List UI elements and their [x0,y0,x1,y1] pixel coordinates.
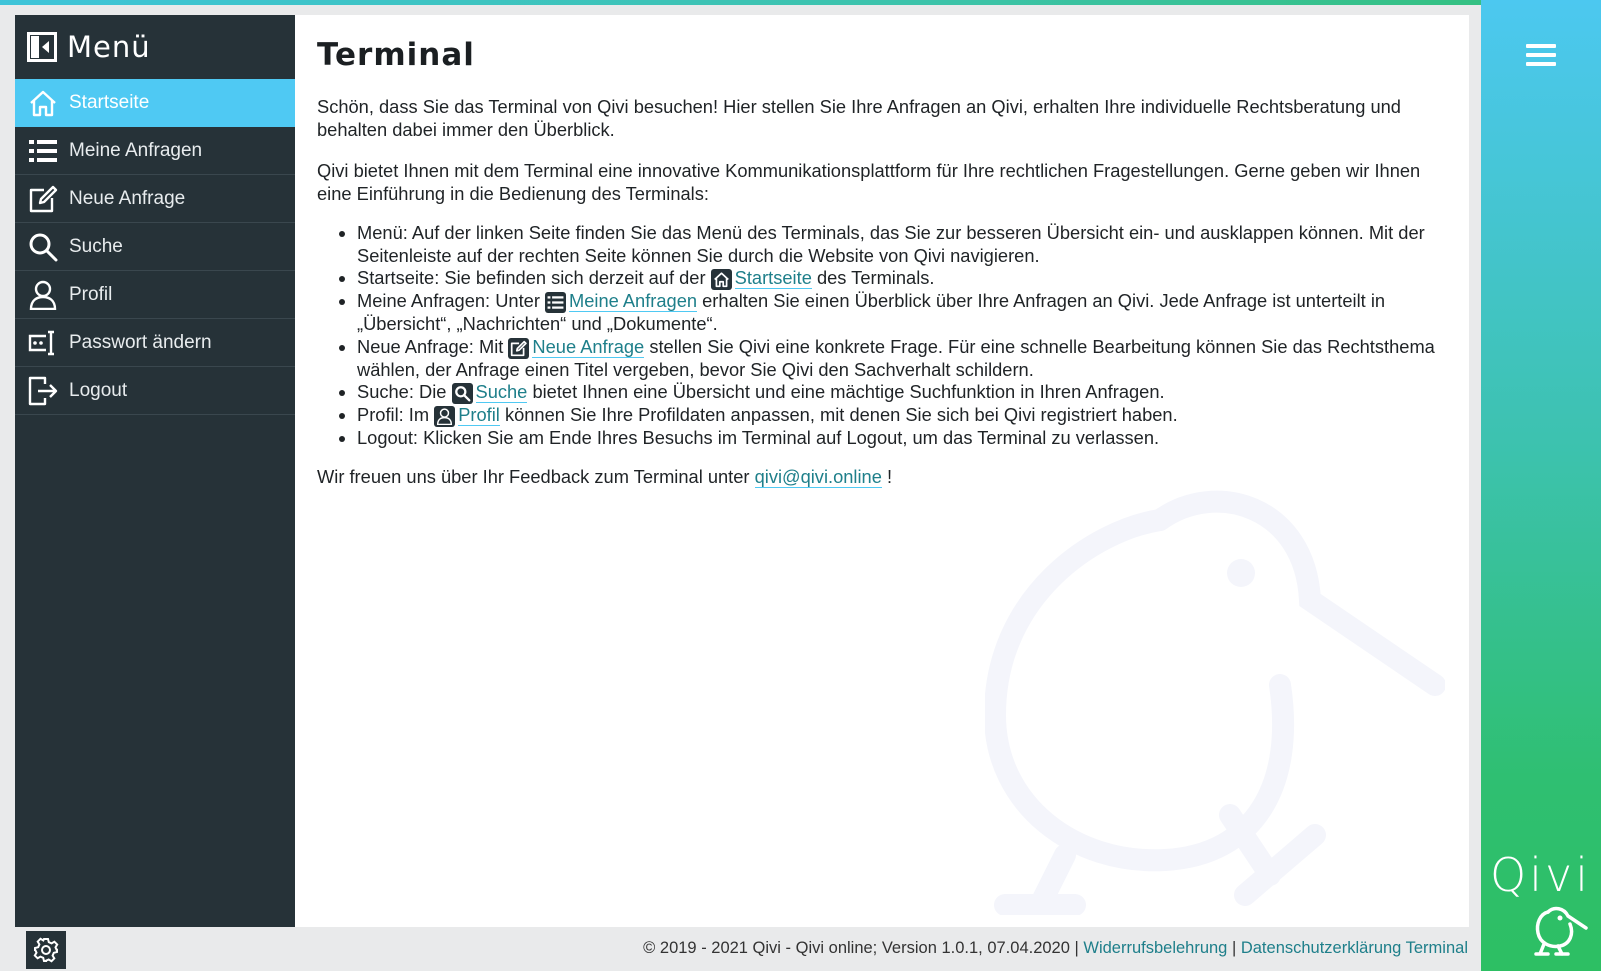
nav-label: Logout [69,379,128,401]
bullet-text: des Terminals. [811,267,935,289]
feedback-text: ! [881,466,893,487]
top-accent-bar [0,0,1601,5]
profil-link[interactable]: Profil [458,404,500,427]
nav-item-meine-anfragen[interactable]: Meine Anfragen [15,127,295,175]
edit-icon [27,183,59,215]
bullet-text: Startseite: Sie befinden sich derzeit au… [357,267,711,289]
suche-link[interactable]: Suche [475,381,528,404]
footer-text: © 2019 - 2021 Qivi - Qivi online; Versio… [643,939,1468,958]
search-icon [451,383,473,405]
bullet-text: Logout: Klicken Sie am Ende Ihres Besuch… [357,427,1160,449]
bullet-text: Meine Anfragen: Unter [357,290,545,312]
main-content: Terminal Schön, dass Sie das Terminal vo… [295,15,1469,927]
password-icon [27,327,59,359]
nav-label: Passwort ändern [69,331,212,353]
bullet-text: Profil: Im [357,404,435,426]
list-icon [545,292,566,314]
nav-item-suche[interactable]: Suche [15,223,295,271]
menu-header[interactable]: Menü [15,15,295,79]
intro-paragraph: Schön, dass Sie das Terminal von Qivi be… [317,96,1401,140]
nav-label: Neue Anfrage [69,187,186,209]
gear-icon [33,937,59,963]
bullet-text: Menü: Auf der linken Seite finden Sie da… [357,222,1425,266]
list-item: Profil: Im Profil können Sie Ihre Profil… [357,404,1437,428]
page-title: Terminal [317,37,475,73]
nav-item-logout[interactable]: Logout [15,367,295,415]
bullet-text: bietet Ihnen eine Übersicht und eine mäc… [527,381,1165,403]
separator: | [1227,939,1241,957]
list-item: Neue Anfrage: Mit Neue Anfrage stellen S… [357,335,1437,382]
list-icon [27,135,59,167]
nav-item-passwort-aendern[interactable]: Passwort ändern [15,319,295,367]
home-icon [27,87,59,119]
edit-icon [508,337,530,359]
nav-label: Startseite [69,91,150,113]
brand-name: Qivi [1490,848,1591,902]
nav-item-startseite[interactable]: Startseite [15,79,295,127]
neue-anfrage-link[interactable]: Neue Anfrage [532,335,645,358]
email-link[interactable]: qivi@qivi.online [754,466,882,488]
user-icon [27,279,59,311]
nav-label: Profil [69,283,113,305]
nav-item-neue-anfrage[interactable]: Neue Anfrage [15,175,295,223]
intro-paragraph-2: Qivi bietet Ihnen mit dem Terminal eine … [317,160,1421,204]
hamburger-menu-icon[interactable] [1526,44,1556,70]
bullet-text: können Sie Ihre Profildaten anpassen, mi… [499,404,1178,426]
bullet-text: Neue Anfrage: Mit [357,335,509,357]
meine-anfragen-link[interactable]: Meine Anfragen [569,290,698,313]
feedback-paragraph: Wir freuen uns über Ihr Feedback zum Ter… [317,465,1437,488]
copyright-text: © 2019 - 2021 Qivi - Qivi online; Versio… [643,939,1084,957]
list-item: Suche: Die Suche bietet Ihnen eine Übers… [357,381,1437,405]
logout-icon [27,375,59,407]
nav-label: Suche [69,235,123,257]
footer: © 2019 - 2021 Qivi - Qivi online; Versio… [0,927,1481,971]
nav-label: Meine Anfragen [69,139,203,161]
main-menu: Menü Startseite Meine Anfragen Neue Anfr… [15,15,295,927]
collapse-menu-icon[interactable] [27,32,57,62]
nav-item-profil[interactable]: Profil [15,271,295,319]
help-list: Menü: Auf der linken Seite finden Sie da… [317,222,1437,450]
list-item: Logout: Klicken Sie am Ende Ihres Besuch… [357,427,1437,450]
feedback-text: Wir freuen uns über Ihr Feedback zum Ter… [317,466,755,487]
home-icon [710,269,732,291]
kiwi-watermark-icon [985,490,1445,915]
bullet-text: Suche: Die [357,381,452,403]
widerrufsbelehrung-link[interactable]: Widerrufsbelehrung [1083,939,1227,957]
menu-title: Menü [67,30,151,64]
brand-logo[interactable]: Qivi [1488,848,1598,963]
kiwi-bird-icon [1534,906,1588,956]
list-item: Meine Anfragen: Unter Meine Anfragen erh… [357,290,1437,336]
list-item: Startseite: Sie befinden sich derzeit au… [357,267,1437,291]
right-sidebar [1481,0,1601,971]
user-icon [434,406,456,428]
settings-button[interactable] [26,931,66,969]
startseite-link[interactable]: Startseite [734,267,812,290]
datenschutz-link[interactable]: Datenschutzerklärung Terminal [1241,939,1468,957]
list-item: Menü: Auf der linken Seite finden Sie da… [357,222,1437,267]
search-icon [27,231,59,263]
